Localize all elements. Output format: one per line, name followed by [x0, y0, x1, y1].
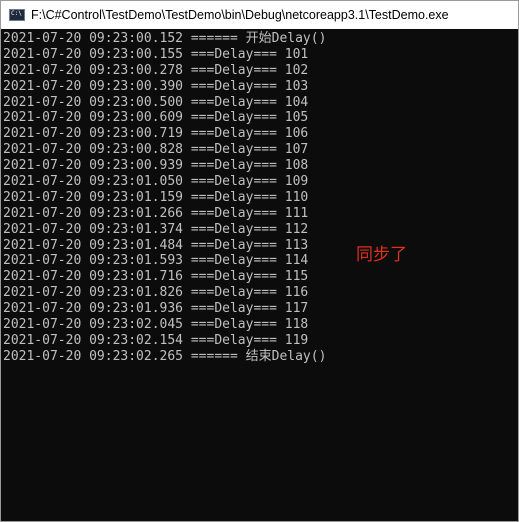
console-output[interactable]: 2021-07-20 09:23:00.152 ====== 开始Delay()…: [1, 29, 518, 521]
console-line: 2021-07-20 09:23:01.374 ===Delay=== 112: [3, 221, 309, 237]
console-line: 2021-07-20 09:23:01.159 ===Delay=== 110: [3, 189, 309, 205]
console-line: 2021-07-20 09:23:02.045 ===Delay=== 118: [3, 317, 309, 333]
title-bar[interactable]: C:\ F:\C#Control\TestDemo\TestDemo\bin\D…: [1, 1, 518, 29]
console-line: 2021-07-20 09:23:00.500 ===Delay=== 104: [3, 94, 309, 110]
console-line: 2021-07-20 09:23:01.050 ===Delay=== 109: [3, 174, 309, 190]
console-line: 2021-07-20 09:23:02.265 ====== 结束Delay(): [3, 348, 327, 364]
console-line: 2021-07-20 09:23:00.152 ====== 开始Delay(): [3, 31, 327, 46]
window-title: F:\C#Control\TestDemo\TestDemo\bin\Debug…: [31, 8, 449, 22]
console-line: 2021-07-20 09:23:00.719 ===Delay=== 106: [3, 126, 309, 142]
console-line: 2021-07-20 09:23:02.154 ===Delay=== 119: [3, 332, 309, 348]
sync-annotation: 同步了: [356, 245, 407, 265]
console-line: 2021-07-20 09:23:01.936 ===Delay=== 117: [3, 301, 309, 317]
console-line: 2021-07-20 09:23:00.609 ===Delay=== 105: [3, 110, 309, 126]
console-line: 2021-07-20 09:23:01.484 ===Delay=== 113: [3, 237, 309, 253]
console-app-icon-text: C:\: [11, 10, 22, 17]
console-line: 2021-07-20 09:23:01.716 ===Delay=== 115: [3, 269, 309, 285]
console-line: 2021-07-20 09:23:00.828 ===Delay=== 107: [3, 142, 309, 158]
console-line: 2021-07-20 09:23:00.155 ===Delay=== 101: [3, 46, 309, 62]
console-line: 2021-07-20 09:23:01.593 ===Delay=== 114: [3, 253, 309, 269]
console-line: 2021-07-20 09:23:01.266 ===Delay=== 111: [3, 205, 309, 221]
console-line: 2021-07-20 09:23:01.826 ===Delay=== 116: [3, 285, 309, 301]
console-line: 2021-07-20 09:23:00.390 ===Delay=== 103: [3, 78, 309, 94]
console-window: C:\ F:\C#Control\TestDemo\TestDemo\bin\D…: [0, 0, 519, 522]
console-line: 2021-07-20 09:23:00.278 ===Delay=== 102: [3, 62, 309, 78]
console-app-icon: C:\: [9, 9, 25, 21]
console-line: 2021-07-20 09:23:00.939 ===Delay=== 108: [3, 158, 309, 174]
console-lines: 2021-07-20 09:23:00.152 ====== 开始Delay()…: [1, 29, 518, 365]
